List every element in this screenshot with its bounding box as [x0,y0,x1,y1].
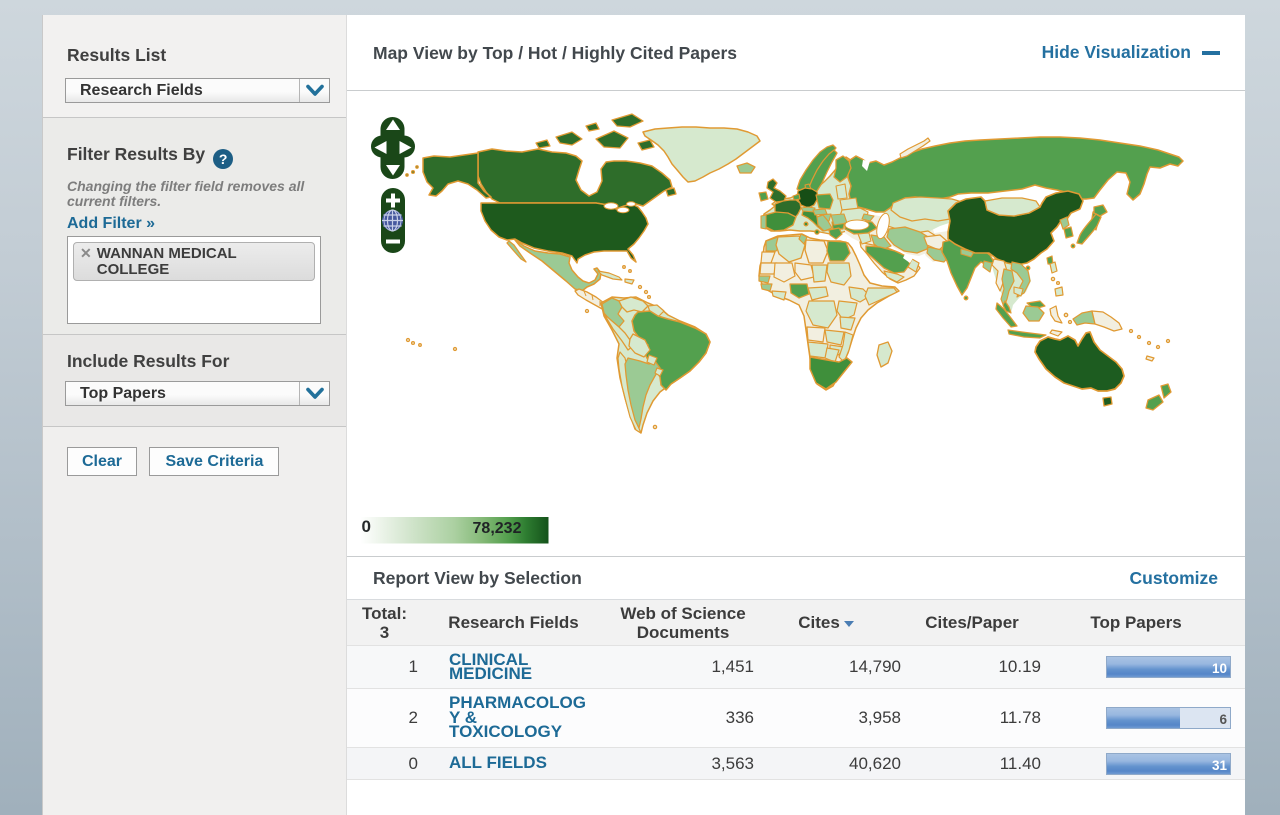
svg-text:78,232: 78,232 [473,520,522,537]
svg-text:0: 0 [362,517,371,536]
